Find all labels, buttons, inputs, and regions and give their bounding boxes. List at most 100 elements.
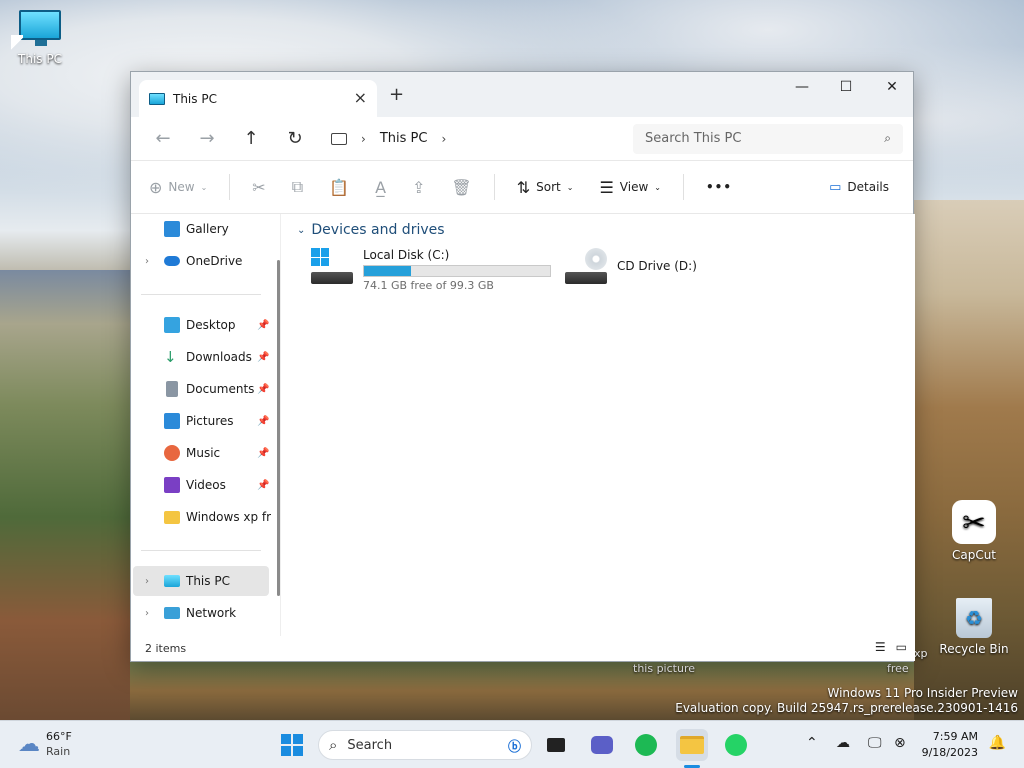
minimize-button[interactable]: — — [779, 72, 825, 102]
section-header-devices[interactable]: ⌄ Devices and drives — [297, 222, 445, 238]
nav-item-onedrive[interactable]: › OneDrive — [131, 246, 271, 276]
nav-item-downloads[interactable]: ↓ Downloads 📌 — [131, 342, 271, 372]
weather-widget[interactable]: ☁ 66°F Rain — [18, 729, 72, 759]
nav-item-this-pc[interactable]: › This PC — [133, 566, 269, 596]
maximize-button[interactable]: ☐ — [823, 72, 869, 102]
sort-label: Sort — [536, 180, 561, 194]
disc-icon — [585, 248, 607, 270]
pin-icon[interactable]: 📌 — [257, 416, 269, 427]
copy-icon: ⧉ — [291, 177, 304, 196]
forward-arrow-icon[interactable]: → — [185, 128, 229, 149]
download-arrow-icon: ↓ — [164, 348, 177, 366]
pin-icon[interactable]: 📌 — [257, 480, 269, 491]
nav-item-gallery[interactable]: Gallery — [131, 214, 271, 244]
nav-label: Downloads — [186, 350, 252, 364]
desktop-icon-capcut[interactable]: ✂ CapCut — [938, 500, 1010, 562]
weather-temp: 66°F — [46, 730, 72, 743]
drive-cd-d[interactable]: CD Drive (D:) — [565, 248, 697, 284]
file-explorer-taskbar-button[interactable] — [676, 729, 708, 761]
details-pane-icon: ▭ — [829, 179, 842, 195]
drive-local-disk-c[interactable]: Local Disk (C:) 74.1 GB free of 99.3 GB — [311, 248, 551, 292]
gallery-icon — [164, 221, 180, 237]
pin-icon[interactable]: 📌 — [257, 352, 269, 363]
rain-cloud-icon: ☁ — [18, 731, 40, 757]
nav-scrollbar[interactable] — [277, 260, 280, 596]
nav-label: Gallery — [186, 222, 229, 236]
desktop-icon-label: Recycle Bin — [939, 642, 1009, 656]
up-arrow-icon[interactable]: ↑ — [229, 128, 273, 149]
paste-button[interactable]: 📋 — [329, 178, 349, 197]
cloud-sync-off-icon[interactable]: ☁ — [836, 735, 850, 751]
nav-label: Network — [186, 606, 237, 620]
chevron-right-icon: › — [361, 131, 366, 146]
whatsapp-icon — [725, 734, 747, 756]
tab-this-pc[interactable]: This PC × — [139, 80, 377, 117]
desktop-folder-icon — [164, 317, 180, 333]
network-icon — [164, 607, 180, 619]
refresh-icon[interactable]: ↻ — [273, 128, 317, 149]
nav-item-pictures[interactable]: Pictures 📌 — [131, 406, 271, 436]
desktop-label-fragment: xp — [914, 647, 928, 660]
cloud-icon — [164, 256, 180, 266]
title-bar: This PC × + — ☐ ✕ — [131, 72, 913, 117]
bing-icon: ⓑ — [507, 739, 521, 755]
command-bar: ⊕ New ⌄ ✂ ⧉ 📋 A̲ ⇪ 🗑 ⇅ Sort ⌄ ☰ View ⌄ •… — [131, 160, 913, 214]
breadcrumb-location[interactable]: This PC — [380, 131, 428, 146]
nav-item-documents[interactable]: Documents 📌 — [131, 374, 271, 404]
folder-icon — [680, 736, 704, 754]
display-icon[interactable]: 🖵 — [868, 735, 882, 751]
new-button[interactable]: ⊕ New ⌄ — [149, 178, 207, 197]
pin-icon[interactable]: 📌 — [257, 384, 269, 395]
cd-drive-icon — [565, 248, 609, 284]
view-button[interactable]: ☰ View ⌄ — [599, 178, 661, 197]
windows-logo-icon — [281, 734, 303, 756]
chevron-right-icon[interactable]: › — [145, 256, 149, 267]
explorer-body: Gallery › OneDrive Desktop 📌 ↓ Downloads… — [131, 214, 915, 638]
nav-item-folder[interactable]: Windows xp free — [131, 502, 271, 532]
delete-button[interactable]: 🗑 — [451, 178, 471, 197]
folder-icon — [164, 511, 180, 524]
taskbar-search[interactable]: ⌕ Search ⓑ — [318, 730, 532, 760]
nav-item-desktop[interactable]: Desktop 📌 — [131, 310, 271, 340]
show-hidden-icons-chevron[interactable]: ⌃ — [806, 735, 818, 751]
rename-button[interactable]: A̲ — [375, 178, 386, 197]
nav-item-network[interactable]: › Network — [131, 598, 271, 628]
pin-icon[interactable]: 📌 — [257, 320, 269, 331]
search-icon: ⌕ — [329, 736, 338, 754]
hard-drive-icon — [311, 248, 355, 284]
plus-circle-icon: ⊕ — [149, 177, 163, 197]
tiles-view-icon[interactable]: ▭ — [896, 640, 907, 654]
chat-button[interactable] — [586, 729, 618, 761]
breadcrumb[interactable]: › This PC › — [323, 123, 623, 155]
nav-label: Videos — [186, 478, 226, 492]
network-disconnected-icon[interactable]: ⊗ — [894, 735, 906, 751]
copy-button[interactable]: ⧉ — [292, 177, 303, 197]
system-clock[interactable]: 7:59 AM 9/18/2023 — [922, 729, 978, 761]
desktop-icon-recycle-bin[interactable]: ♻ Recycle Bin — [938, 598, 1010, 656]
task-view-button[interactable] — [540, 729, 572, 761]
clock-time: 7:59 AM — [932, 730, 978, 743]
close-tab-icon[interactable]: × — [354, 88, 367, 107]
chevron-right-icon[interactable]: › — [145, 608, 149, 619]
clipboard-icon: 📋 — [329, 177, 350, 197]
details-pane-button[interactable]: ▭ Details — [829, 180, 889, 195]
weather-desc: Rain — [46, 745, 71, 758]
sort-button[interactable]: ⇅ Sort ⌄ — [517, 178, 574, 197]
nav-item-videos[interactable]: Videos 📌 — [131, 470, 271, 500]
monitor-icon — [19, 10, 61, 46]
back-arrow-icon[interactable]: ← — [141, 128, 185, 149]
details-view-icon[interactable]: ☰ — [875, 640, 886, 654]
pin-icon[interactable]: 📌 — [257, 448, 269, 459]
share-button[interactable]: ⇪ — [412, 178, 425, 197]
whatsapp-button[interactable] — [720, 729, 752, 761]
start-button[interactable] — [276, 729, 308, 761]
notification-bell-icon[interactable]: 🔔 — [989, 735, 1006, 751]
cut-button[interactable]: ✂ — [252, 178, 265, 197]
close-window-button[interactable]: ✕ — [869, 72, 915, 102]
nav-item-music[interactable]: Music 📌 — [131, 438, 271, 468]
search-input[interactable]: Search This PC ⌕ — [633, 123, 903, 154]
new-tab-button[interactable]: + — [389, 84, 404, 105]
spotify-button[interactable] — [630, 729, 662, 761]
more-options-button[interactable]: ••• — [706, 180, 732, 194]
chevron-right-icon[interactable]: › — [145, 576, 149, 587]
